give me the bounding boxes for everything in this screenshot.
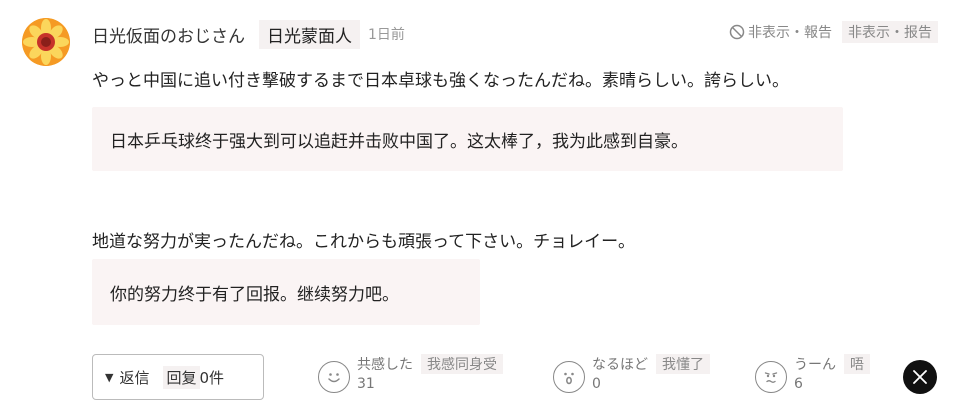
reaction-count: 0 [592,376,601,392]
share-x-button[interactable] [903,360,937,394]
reaction-label: うーん [794,357,836,373]
thinking-face-icon [755,361,787,393]
reaction-translation: 唔 [844,354,870,374]
caret-down-icon: ▼ [105,370,114,384]
reaction-translation: 我感同身受 [421,354,503,374]
surprised-face-icon [553,361,585,393]
reaction-i-see-button[interactable]: なるほど 我懂了 0 [553,354,710,400]
reaction-label: 共感した [357,357,413,373]
block-icon [729,24,745,40]
reaction-count: 31 [357,376,375,392]
reaction-label: なるほど [592,357,648,373]
report-translation: 非表示・报告 [842,21,938,43]
smile-face-icon [318,361,350,393]
hide-report-label: 非表示・報告 [748,25,832,41]
avatar[interactable] [22,18,70,66]
avatar-flower-image [22,18,70,66]
username-translation: 日光蒙面人 [259,19,360,49]
reply-label: 返信 [119,368,150,387]
reply-button[interactable]: ▼ 返信 回复 0件 [92,354,264,400]
comment-paragraph-1: やっと中国に追い付き撃破するまで日本卓球も強くなったんだね。素晴らしい。誇らしい… [92,71,789,91]
timestamp: 1日前 [368,27,405,43]
translation-text-2: 你的努力终于有了回报。继续努力吧。 [110,284,399,305]
translation-box-1: 日本乒乓球终于强大到可以追赶并击败中国了。这太棒了，我为此感到自豪。 [92,107,843,171]
reply-count: 0件 [199,368,225,387]
comment-header: 日光仮面のおじさん 日光蒙面人 1日前 [92,19,405,49]
username[interactable]: 日光仮面のおじさん [92,22,245,47]
reaction-empathize-button[interactable]: 共感した 我感同身受 31 [318,354,503,400]
reply-translation: 回复 [163,365,200,389]
reaction-count: 6 [794,376,803,392]
translation-box-2: 你的努力终于有了回报。继续努力吧。 [92,259,480,325]
report-area: 非表示・報告 非表示・报告 [729,20,938,44]
x-logo-icon [913,370,927,384]
comment-paragraph-2: 地道な努力が実ったんだね。これからも頑張って下さい。チョレイー。 [92,232,635,252]
hide-report-link[interactable]: 非表示・報告 [729,22,832,42]
reaction-translation: 我懂了 [656,354,710,374]
translation-text-1: 日本乒乓球终于强大到可以追赶并击败中国了。这太棒了，我为此感到自豪。 [110,131,688,152]
reaction-hmm-button[interactable]: うーん 唔 6 [755,354,870,400]
